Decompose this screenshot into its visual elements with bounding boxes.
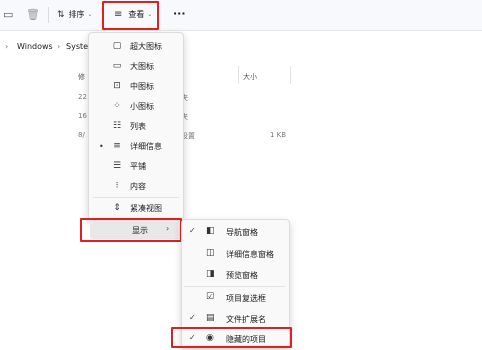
menu-item-compact-view[interactable]: ⇕ 紧凑视图: [95, 200, 177, 216]
file-date: 22: [78, 93, 87, 101]
sort-icon: ⇅: [57, 9, 65, 20]
menu-item-label: 小图标: [130, 101, 154, 111]
file-extension-icon: ▤: [206, 313, 215, 323]
menu-item-label: 详细信息: [130, 141, 162, 151]
menu-item-large-icons[interactable]: ▭ 大图标: [95, 58, 177, 74]
submenu-item-label: 详细信息窗格: [226, 250, 274, 259]
menu-item-label: 平铺: [130, 161, 146, 171]
more-options-button[interactable]: ···: [173, 7, 186, 20]
show-item-highlight: [80, 218, 182, 242]
chevron-down-icon: ⌄: [87, 11, 93, 18]
extra-large-icons-icon: ▢: [112, 41, 122, 51]
submenu-item-label: 项目复选框: [226, 294, 266, 303]
menu-item-label: 紧凑视图: [130, 203, 162, 213]
chevron-right-icon: ›: [5, 42, 9, 51]
small-icons-icon: ⁘: [113, 101, 121, 111]
submenu-item-navigation-pane[interactable]: ✓ ◧ 导航窗格: [186, 223, 286, 240]
medium-icons-icon: ⊡: [113, 81, 121, 91]
submenu-divider: [184, 286, 285, 287]
menu-item-extra-large-icons[interactable]: ▢ 超大图标: [95, 38, 177, 54]
menu-item-label: 大图标: [130, 61, 154, 71]
menu-item-list[interactable]: ☷ 列表: [95, 118, 177, 134]
sort-label: 排序: [68, 10, 85, 19]
menu-item-content[interactable]: ⁝ 内容: [95, 178, 177, 194]
large-icons-icon: ▭: [112, 61, 122, 71]
menu-item-small-icons[interactable]: ⁘ 小图标: [95, 98, 177, 114]
menu-item-label: 列表: [130, 121, 146, 131]
chevron-right-icon: ›: [57, 42, 61, 51]
item-checkbox-icon: ☑: [206, 292, 215, 302]
submenu-item-item-checkboxes[interactable]: ☑ 项目复选框: [186, 289, 286, 306]
details-pane-icon: ◫: [206, 248, 215, 258]
compact-view-icon: ⇕: [113, 203, 121, 213]
column-modified[interactable]: 修: [78, 72, 85, 82]
submenu-item-file-extensions[interactable]: ✓ ▤ 文件扩展名: [186, 310, 286, 327]
content-icon: ⁝: [115, 181, 119, 191]
hidden-items-highlight: [171, 327, 292, 348]
menu-item-details[interactable]: • ≡ 详细信息: [95, 138, 177, 154]
check-icon: ✓: [189, 226, 196, 235]
delete-icon[interactable]: 🗑: [26, 8, 40, 21]
menu-item-medium-icons[interactable]: ⊡ 中图标: [95, 78, 177, 94]
view-button-highlight: [102, 1, 159, 30]
file-size: 1 KB: [270, 131, 287, 139]
view-menu: ▢ 超大图标 ▭ 大图标 ⊡ 中图标 ⁘ 小图标 ☷ 列表 • ≡ 详细信息 ☰…: [88, 32, 184, 220]
breadcrumb-windows[interactable]: Windows: [17, 42, 53, 51]
file-date: 16: [78, 112, 87, 120]
submenu-item-label: 文件扩展名: [226, 315, 266, 324]
column-divider[interactable]: [238, 66, 239, 84]
submenu-item-details-pane[interactable]: ◫ 详细信息窗格: [186, 245, 286, 262]
menu-item-tiles[interactable]: ☰ 平铺: [95, 158, 177, 174]
toolbar-divider: [48, 7, 49, 23]
menu-item-label: 内容: [130, 181, 146, 191]
menu-divider: [93, 197, 179, 198]
address-bar[interactable]: › Windows › Syster: [0, 36, 482, 58]
navigation-pane-icon: ◧: [206, 226, 215, 236]
check-icon: ✓: [189, 313, 196, 322]
sort-button[interactable]: ⇅ 排序 ⌄: [57, 9, 93, 20]
tiles-icon: ☰: [112, 161, 122, 171]
list-icon: ☷: [112, 121, 122, 131]
command-bar: ▭ 🗑 ⇅ 排序 ⌄ ≡ 查看 ⌄ ···: [0, 0, 482, 31]
file-date: 8/: [78, 131, 85, 139]
preview-pane-icon: ◨: [206, 269, 215, 279]
submenu-item-label: 导航窗格: [226, 228, 258, 237]
column-divider[interactable]: [290, 66, 291, 84]
details-icon: ≡: [113, 141, 121, 151]
submenu-item-preview-pane[interactable]: ◨ 预览窗格: [186, 266, 286, 283]
menu-item-label: 超大图标: [130, 41, 162, 51]
menu-item-label: 中图标: [130, 81, 154, 91]
rename-icon[interactable]: ▭: [3, 8, 13, 21]
selected-indicator: •: [99, 141, 104, 151]
column-size[interactable]: 大小: [243, 72, 257, 82]
submenu-item-label: 预览窗格: [226, 271, 258, 280]
